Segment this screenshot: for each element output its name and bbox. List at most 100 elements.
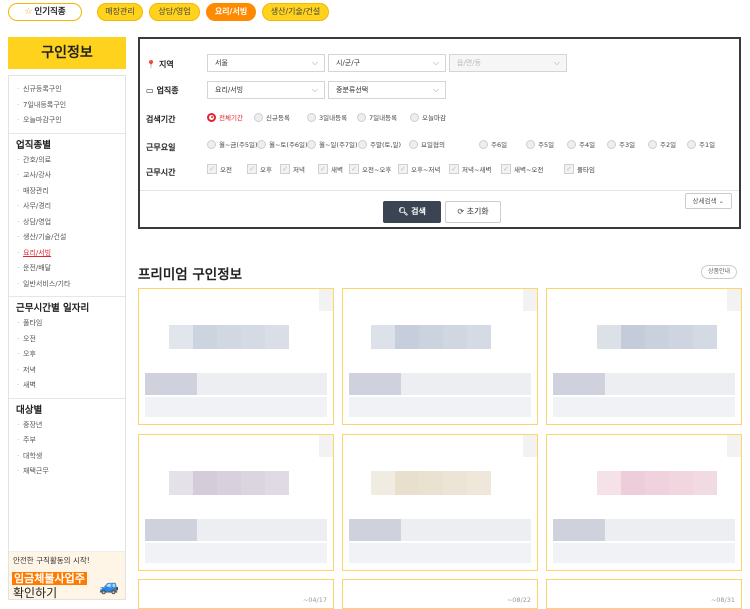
radio-option[interactable]: 주6일 bbox=[479, 139, 508, 150]
sidebar-item[interactable]: · 대학생 bbox=[9, 449, 125, 465]
premium-job-card[interactable]: ~08/31 bbox=[546, 579, 742, 609]
job-subcategory-select[interactable]: 중분류선택 ⌵ bbox=[328, 81, 446, 99]
sidebar-item[interactable]: · 매장관리 bbox=[9, 184, 125, 200]
radio-option[interactable]: 월~금(주5일) bbox=[207, 139, 258, 150]
sidebar-item[interactable]: · 사무/경리 bbox=[9, 199, 125, 215]
premium-job-card[interactable] bbox=[546, 288, 742, 425]
blurred-logo bbox=[467, 471, 491, 495]
job-label-text: 업직종 bbox=[156, 86, 179, 95]
radio-option[interactable]: 월~일(주7일) bbox=[307, 139, 358, 150]
detail-search-button[interactable]: 상세검색 ⌄ bbox=[684, 193, 732, 209]
radio-label: 전체기간 bbox=[219, 114, 243, 122]
checkbox-option[interactable]: ✓ 저녁~새벽 bbox=[449, 164, 491, 175]
region-label: 📍 지역 bbox=[146, 59, 174, 70]
radio-option[interactable]: 신규등록 bbox=[254, 112, 290, 123]
checkbox-option[interactable]: ✓ 새벽 bbox=[318, 164, 343, 175]
radio-label: 주3일 bbox=[619, 141, 636, 149]
radio-label: 주2일 bbox=[660, 141, 677, 149]
search-icon: 🔍︎ bbox=[398, 207, 409, 216]
region-select[interactable]: 서울 ⌵ bbox=[207, 54, 325, 72]
premium-job-card[interactable] bbox=[138, 434, 334, 571]
radio-option[interactable]: 월~토(주6일) bbox=[257, 139, 308, 150]
radio-option[interactable]: 오늘마감 bbox=[410, 112, 446, 123]
checkbox-option[interactable]: ✓ 오전 bbox=[207, 164, 232, 175]
sidebar-item[interactable]: · 요리/서빙 bbox=[9, 246, 125, 262]
search-button[interactable]: 🔍︎ 검색 bbox=[383, 201, 441, 223]
blurred-text bbox=[631, 519, 657, 541]
blurred-text bbox=[375, 373, 401, 395]
sidebar-item[interactable]: · 오전 bbox=[9, 332, 125, 348]
sidebar-item[interactable]: · 생산/기술/건설 bbox=[9, 230, 125, 246]
blurred-logo bbox=[193, 325, 217, 349]
checkbox-option[interactable]: ✓ 저녁 bbox=[280, 164, 305, 175]
premium-job-card[interactable] bbox=[342, 434, 538, 571]
sidebar-item[interactable]: · 오후 bbox=[9, 347, 125, 363]
checkbox-option[interactable]: ✓ 오후 bbox=[247, 164, 272, 175]
sidebar-item[interactable]: · 새벽 bbox=[9, 378, 125, 394]
radio-option[interactable]: 주말(토,일) bbox=[358, 139, 401, 150]
radio-option[interactable]: 주2일 bbox=[648, 139, 677, 150]
sidebar-item[interactable]: · 오늘마감구인 bbox=[9, 113, 125, 129]
radio-option[interactable]: 3일내등록 bbox=[307, 112, 347, 123]
sidebar-item[interactable]: · 간호/의료 bbox=[9, 153, 125, 169]
checkbox-option[interactable]: ✓ 새벽~오전 bbox=[501, 164, 543, 175]
sidebar-item[interactable]: · 7일내등록구인 bbox=[9, 98, 125, 114]
checkbox-icon: ✓ bbox=[247, 164, 257, 174]
radio-label: 주6일 bbox=[491, 141, 508, 149]
premium-job-card[interactable] bbox=[138, 288, 334, 425]
radio-icon bbox=[567, 139, 576, 149]
category-chip-cooking[interactable]: 요리/서빙 bbox=[206, 3, 256, 21]
premium-job-card[interactable]: ~08/22 bbox=[342, 579, 538, 609]
checkbox-icon: ✓ bbox=[564, 164, 574, 174]
dong-select[interactable]: 읍/면/동 ⌵ bbox=[449, 54, 567, 72]
blurred-text bbox=[171, 519, 197, 541]
blurred-text bbox=[579, 373, 605, 395]
blurred-logo bbox=[669, 471, 693, 495]
sidebar-item[interactable]: · 중장년 bbox=[9, 418, 125, 434]
radio-option[interactable]: 전체기간 bbox=[207, 112, 243, 123]
checkbox-option[interactable]: ✓ 오전~오후 bbox=[349, 164, 391, 175]
card-deadline: ~08/22 bbox=[506, 596, 531, 604]
sidebar-item[interactable]: · 운전/배달 bbox=[9, 261, 125, 277]
premium-job-card[interactable] bbox=[546, 434, 742, 571]
district-select[interactable]: 시/군/구 ⌵ bbox=[328, 54, 446, 72]
job-label: ▭ 업직종 bbox=[146, 85, 179, 96]
radio-option[interactable]: 주4일 bbox=[567, 139, 595, 150]
checkbox-option[interactable]: ✓ 오후~저녁 bbox=[398, 164, 440, 175]
bullet-icon: · bbox=[17, 451, 20, 460]
bullet-icon: · bbox=[17, 186, 20, 195]
radio-option[interactable]: 7일내등록 bbox=[357, 112, 397, 123]
sidebar-item-label: 교사/강사 bbox=[23, 171, 52, 179]
bullet-icon: · bbox=[17, 100, 20, 109]
premium-job-card[interactable] bbox=[342, 288, 538, 425]
category-chip-store[interactable]: 매장관리 bbox=[97, 3, 143, 21]
radio-option[interactable]: 주3일 bbox=[607, 139, 636, 150]
radio-option[interactable]: 주5일 bbox=[526, 139, 554, 150]
sidebar-item[interactable]: · 주부 bbox=[9, 433, 125, 449]
wage-arrears-banner[interactable]: 안전한 구직활동의 시작! 임금체불사업주 확인하기 🚙 bbox=[9, 551, 125, 599]
job-select[interactable]: 요리/서빙 ⌵ bbox=[207, 81, 325, 99]
radio-option[interactable]: 주1일 bbox=[687, 139, 715, 150]
bullet-icon: · bbox=[17, 202, 20, 210]
blurred-text bbox=[709, 373, 735, 395]
sidebar-item[interactable]: · 일반서비스/기타 bbox=[9, 277, 125, 293]
radio-icon bbox=[357, 112, 366, 122]
sidebar-item[interactable]: · 저녁 bbox=[9, 363, 125, 379]
category-chip-sales[interactable]: 상담/영업 bbox=[149, 3, 200, 21]
blurred-logo bbox=[265, 471, 289, 495]
reset-button[interactable]: ⟳ 초기화 bbox=[445, 201, 501, 223]
product-guide-button[interactable]: 상품안내 bbox=[701, 265, 738, 279]
radio-label: 월~일(주7일) bbox=[319, 141, 358, 149]
sidebar-item[interactable]: · 재택근무 bbox=[9, 464, 125, 480]
sidebar-item[interactable]: · 교사/강사 bbox=[9, 168, 125, 184]
blurred-logo bbox=[395, 471, 419, 495]
radio-option[interactable]: 요일협의 bbox=[409, 139, 445, 150]
popular-jobs-button[interactable]: ☆ 인기직종 bbox=[8, 3, 82, 21]
sidebar-item[interactable]: · 상담/영업 bbox=[9, 215, 125, 231]
checkbox-option[interactable]: ✓ 풀타임 bbox=[564, 164, 595, 175]
bullet-icon: · bbox=[17, 155, 20, 164]
bullet-icon: · bbox=[17, 248, 20, 257]
premium-job-card[interactable]: ~04/17 bbox=[138, 579, 334, 609]
sidebar-item[interactable]: · 신규등록구인 bbox=[9, 82, 125, 98]
category-chip-production[interactable]: 생산/기술/건설 bbox=[262, 3, 329, 21]
